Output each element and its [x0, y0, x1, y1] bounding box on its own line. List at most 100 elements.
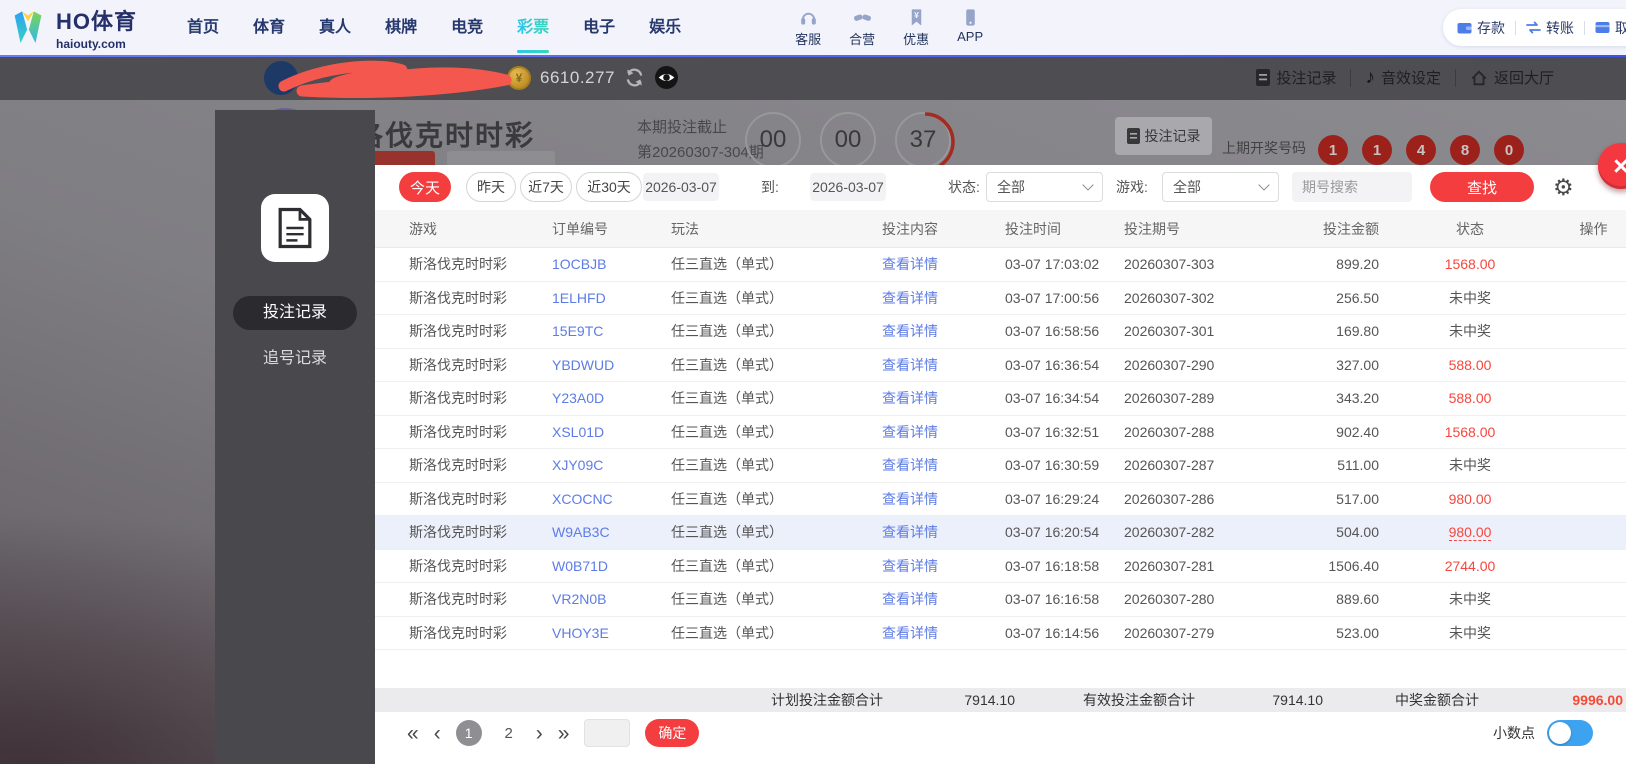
menu-sports[interactable]: 体育 — [251, 0, 287, 55]
view-details-link[interactable]: 查看详情 — [882, 323, 938, 339]
back-to-lobby-link[interactable]: 返回大厅 — [1470, 67, 1554, 88]
search-button[interactable]: 查找 — [1430, 172, 1534, 202]
prev-page-button[interactable]: ‹ — [434, 723, 441, 744]
cell-period: 20260307-286 — [1124, 490, 1215, 507]
partnership-link[interactable]: 合营 — [845, 8, 879, 48]
customer-service-link[interactable]: 客服 — [791, 8, 825, 48]
divider — [1584, 20, 1585, 35]
document-icon — [278, 207, 312, 249]
table-row[interactable]: 斯洛伐克时时彩 15E9TC 任三直选（单式） 查看详情 03-07 16:58… — [375, 315, 1626, 349]
filter-7days-button[interactable]: 近7天 — [520, 172, 572, 202]
menu-home[interactable]: 首页 — [185, 0, 221, 55]
gear-icon[interactable]: ⚙ — [1553, 165, 1574, 210]
refresh-balance-button[interactable] — [624, 67, 645, 88]
last-page-button[interactable]: » — [558, 723, 570, 744]
table-row[interactable]: 斯洛伐克时时彩 XCOCNC 任三直选（单式） 查看详情 03-07 16:29… — [375, 483, 1626, 516]
transfer-button[interactable]: 转账 — [1526, 18, 1574, 38]
view-details-link[interactable]: 查看详情 — [882, 625, 938, 641]
cell-order-link[interactable]: VHOY3E — [552, 617, 671, 650]
cell-order-link[interactable]: 1ELHFD — [552, 282, 671, 315]
cell-period: 20260307-279 — [1124, 624, 1215, 641]
cell-period: 20260307-290 — [1124, 356, 1215, 373]
status-select[interactable]: 全部 — [986, 172, 1103, 202]
period-search-input[interactable] — [1292, 172, 1412, 202]
table-row[interactable]: 斯洛伐克时时彩 Y23A0D 任三直选（单式） 查看详情 03-07 16:34… — [375, 382, 1626, 416]
sidebar-item-chase-records[interactable]: 追号记录 — [215, 344, 375, 374]
view-details-link[interactable]: 查看详情 — [882, 357, 938, 373]
view-details-link[interactable]: 查看详情 — [882, 591, 938, 607]
promo-ribbon-icon: ¥ — [911, 8, 921, 26]
cell-status: 588.00 — [1448, 390, 1492, 406]
cell-order-link[interactable]: XSL01D — [552, 416, 671, 449]
view-details-link[interactable]: 查看详情 — [882, 524, 938, 540]
menu-esports[interactable]: 电竞 — [449, 0, 485, 55]
table-row[interactable]: 斯洛伐克时时彩 YBDWUD 任三直选（单式） 查看详情 03-07 16:36… — [375, 349, 1626, 382]
date-from-input[interactable] — [643, 173, 719, 201]
filter-yesterday-button[interactable]: 昨天 — [466, 172, 516, 202]
decimal-toggle[interactable] — [1547, 720, 1593, 746]
eye-icon — [654, 66, 678, 89]
col-content: 投注内容 — [882, 221, 938, 237]
cell-time: 03-07 17:03:02 — [1005, 256, 1100, 272]
table-row[interactable]: 斯洛伐克时时彩 1OCBJB 任三直选（单式） 查看详情 03-07 17:03… — [375, 248, 1626, 282]
promotions-link[interactable]: ¥ 优惠 — [899, 8, 933, 48]
confirm-page-button[interactable]: 确定 — [645, 719, 700, 747]
valid-total-label: 有效投注金额合计 — [1083, 692, 1195, 708]
table-row[interactable]: 斯洛伐克时时彩 W9AB3C 任三直选（单式） 查看详情 03-07 16:20… — [375, 516, 1626, 550]
menu-live[interactable]: 真人 — [317, 0, 353, 55]
valid-total-value: 7914.10 — [1272, 692, 1323, 708]
menu-slots[interactable]: 电子 — [581, 0, 617, 55]
date-to-input[interactable] — [810, 173, 886, 201]
withdraw-button[interactable]: 取 — [1595, 18, 1626, 38]
cell-order-link[interactable]: W9AB3C — [552, 516, 671, 549]
brand-logo-icon — [14, 10, 42, 43]
menu-lottery[interactable]: 彩票 — [515, 0, 551, 55]
app-download-link[interactable]: APP — [953, 8, 987, 48]
view-details-link[interactable]: 查看详情 — [882, 558, 938, 574]
sidebar-item-bet-records[interactable]: 投注记录 — [233, 296, 357, 330]
view-details-link[interactable]: 查看详情 — [882, 390, 938, 406]
cell-order-link[interactable]: 15E9TC — [552, 315, 671, 348]
table-row[interactable]: 斯洛伐克时时彩 VR2N0B 任三直选（单式） 查看详情 03-07 16:16… — [375, 583, 1626, 617]
menu-cards[interactable]: 棋牌 — [383, 0, 419, 55]
page-2[interactable]: 2 — [497, 725, 521, 742]
filter-today-button[interactable]: 今天 — [399, 172, 451, 202]
avatar[interactable] — [264, 60, 298, 95]
cell-order-link[interactable]: 1OCBJB — [552, 248, 671, 281]
cell-amount: 517.00 — [1336, 490, 1379, 507]
next-page-button[interactable]: › — [536, 723, 543, 744]
deposit-button[interactable]: 存款 — [1457, 18, 1505, 38]
table-row[interactable]: 斯洛伐克时时彩 W0B71D 任三直选（单式） 查看详情 03-07 16:18… — [375, 550, 1626, 583]
cell-order-link[interactable]: VR2N0B — [552, 583, 671, 616]
view-details-link[interactable]: 查看详情 — [882, 457, 938, 473]
table-row[interactable]: 斯洛伐克时时彩 XSL01D 任三直选（单式） 查看详情 03-07 16:32… — [375, 416, 1626, 449]
view-details-link[interactable]: 查看详情 — [882, 256, 938, 272]
menu-casino[interactable]: 娱乐 — [647, 0, 683, 55]
page-1-current[interactable]: 1 — [455, 720, 482, 746]
first-page-button[interactable]: « — [407, 723, 419, 744]
view-details-link[interactable]: 查看详情 — [882, 424, 938, 440]
deposit-icon — [1457, 23, 1472, 34]
game-select[interactable]: 全部 — [1162, 172, 1279, 202]
cell-order-link[interactable]: XJY09C — [552, 449, 671, 482]
bet-records-modal: 今天 昨天 近7天 近30天 到: 状态: 全部 游戏: 全部 查找 ⚙ 游戏 … — [375, 165, 1626, 764]
page-jump-input[interactable] — [584, 719, 631, 747]
cell-time: 03-07 16:32:51 — [1005, 423, 1100, 440]
cell-time: 03-07 16:30:59 — [1005, 457, 1100, 473]
bet-records-link[interactable]: 投注记录 — [1256, 67, 1336, 88]
table-row[interactable]: 斯洛伐克时时彩 VHOY3E 任三直选（单式） 查看详情 03-07 16:14… — [375, 617, 1626, 650]
filter-30days-button[interactable]: 近30天 — [576, 172, 642, 202]
cell-order-link[interactable]: YBDWUD — [552, 349, 671, 382]
sound-settings-link[interactable]: ♪ 音效设定 — [1365, 67, 1441, 88]
table-row[interactable]: 斯洛伐克时时彩 XJY09C 任三直选（单式） 查看详情 03-07 16:30… — [375, 449, 1626, 483]
cell-order-link[interactable]: W0B71D — [552, 550, 671, 583]
view-details-link[interactable]: 查看详情 — [882, 491, 938, 507]
wallet-pill: 存款 转账 取 — [1443, 9, 1626, 46]
brand-logo[interactable]: HO体育 haiouty.com — [8, 4, 137, 51]
cell-order-link[interactable]: Y23A0D — [552, 382, 671, 415]
cell-order-link[interactable]: XCOCNC — [552, 483, 671, 516]
view-details-link[interactable]: 查看详情 — [882, 290, 938, 306]
hide-balance-button[interactable] — [654, 65, 679, 90]
countdown-minutes: 00 — [820, 112, 876, 168]
table-row[interactable]: 斯洛伐克时时彩 1ELHFD 任三直选（单式） 查看详情 03-07 17:00… — [375, 282, 1626, 315]
